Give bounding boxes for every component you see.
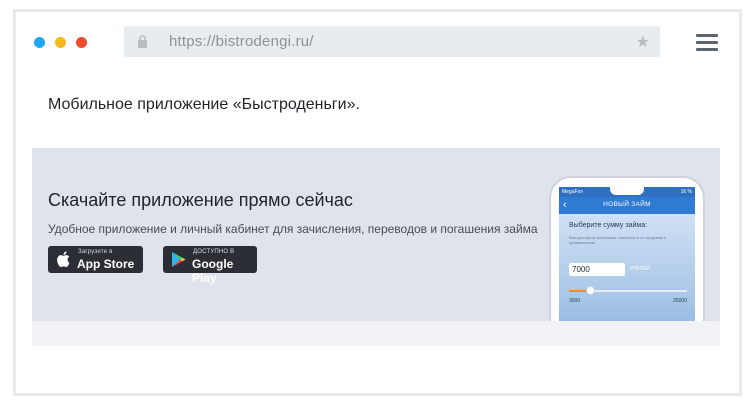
loan-fine-print: Вам доступна программа лояльности со ски… [569, 235, 667, 245]
apple-icon [57, 251, 70, 267]
loan-amount-field: 7000 [569, 263, 625, 276]
google-play-button[interactable]: ДОСТУПНО В Google Play [163, 246, 257, 285]
currency-label: РУБЛЕЙ [630, 266, 650, 272]
phone-nav-bar: ‹ НОВЫЙ ЗАЙМ [559, 197, 695, 214]
window-dot-red[interactable] [76, 37, 87, 48]
browser-frame: https://bistrodengi.ru/ ★ Мобильное прил… [13, 9, 742, 396]
hamburger-menu-icon[interactable] [696, 34, 718, 51]
carrier-label: MegaFon [562, 189, 584, 195]
loan-slider-track [569, 286, 687, 295]
banner-footer-strip [32, 321, 720, 346]
banner-heading: Скачайте приложение прямо сейчас [48, 190, 353, 210]
window-controls [34, 37, 87, 48]
google-play-small-label: ДОСТУПНО В [193, 249, 235, 255]
phone-mockup: MegaFon 16 % ‹ НОВЫЙ ЗАЙМ Выберите сумму… [549, 176, 705, 321]
slider-min-label: 3000 [569, 298, 581, 304]
address-bar[interactable]: https://bistrodengi.ru/ ★ [124, 26, 660, 57]
phone-notch [610, 187, 644, 195]
phone-nav-title: НОВЫЙ ЗАЙМ [603, 201, 651, 208]
google-play-icon [172, 252, 186, 267]
phone-content: Выберите сумму займа: Вам доступна прогр… [559, 214, 695, 321]
google-play-label: Google Play [192, 257, 234, 285]
battery-label: 16 % [680, 189, 692, 195]
star-icon[interactable]: ★ [636, 32, 650, 52]
app-store-label: App Store [77, 257, 135, 271]
phone-screen: MegaFon 16 % ‹ НОВЫЙ ЗАЙМ Выберите сумму… [559, 187, 695, 321]
page-title: Мобильное приложение «Быстроденьги». [48, 96, 360, 113]
loan-amount-prompt: Выберите сумму займа: [569, 222, 648, 229]
url-text[interactable]: https://bistrodengi.ru/ [169, 33, 314, 50]
banner-subtitle: Удобное приложение и личный кабинет для … [48, 222, 538, 236]
loan-slider-knob [586, 286, 596, 295]
window-dot-blue[interactable] [34, 37, 45, 48]
app-store-button[interactable]: Загрузите в App Store [48, 246, 143, 273]
window-dot-yellow[interactable] [55, 37, 66, 48]
app-banner: Скачайте приложение прямо сейчас Удобное… [32, 148, 720, 321]
slider-max-label: 25000 [673, 298, 687, 304]
app-store-small-label: Загрузите в [78, 249, 113, 255]
lock-icon [138, 35, 147, 48]
